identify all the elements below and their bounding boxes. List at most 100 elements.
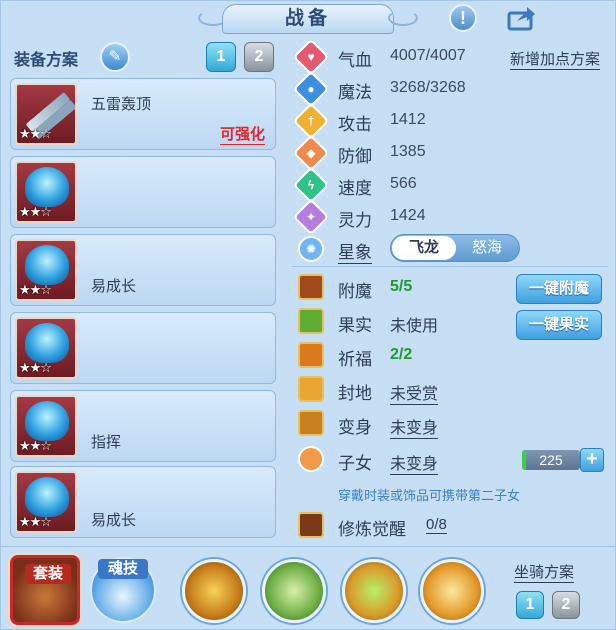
skill-orb-1[interactable] <box>182 559 246 623</box>
stat-value: 4007/4007 <box>390 47 466 64</box>
cultivate-value[interactable]: 0/8 <box>426 516 447 534</box>
stat-value: 1385 <box>390 143 426 160</box>
constellation-option-nuhai[interactable]: 怒海 <box>455 236 519 260</box>
enhance-label: 修炼觉醒 <box>338 520 406 539</box>
enhance-value[interactable]: 未变身 <box>390 450 439 475</box>
soul-skill-button[interactable]: 魂技 <box>90 557 156 623</box>
set-label: 套装 <box>25 564 71 584</box>
stat-label: 速度 <box>338 179 372 198</box>
defense-icon: ◆ <box>292 134 330 172</box>
equipment-slot-belt[interactable]: ★★☆ <box>10 312 276 384</box>
plus-icon: + <box>586 448 598 470</box>
share-icon <box>507 7 535 31</box>
plan-title: 装备方案 <box>14 52 79 69</box>
child-add-button[interactable]: + <box>580 448 604 472</box>
skill-orb-3[interactable] <box>342 559 406 623</box>
stat-label: 气血 <box>338 51 372 70</box>
fief-icon <box>298 376 324 402</box>
progress-fill <box>522 450 526 470</box>
helmet-icon: ★★☆ <box>15 161 77 223</box>
cultivate-icon <box>298 512 324 538</box>
stat-value: 3268/3268 <box>390 79 466 96</box>
equipment-slot-armor[interactable]: ★★☆ 指挥 <box>10 390 276 462</box>
stat-label: 灵力 <box>338 211 372 230</box>
stat-label: 魔法 <box>338 83 372 102</box>
plan-tab-1[interactable]: 1 <box>206 42 236 72</box>
equipment-slot-necklace[interactable]: ★★☆ 易成长 <box>10 234 276 306</box>
stat-value: 566 <box>390 175 417 192</box>
enhance-row-blessing: 祈福 2/2 <box>290 342 610 372</box>
constellation-option-feilong[interactable]: 飞龙 <box>392 236 456 260</box>
enhance-value: 未使用 <box>390 318 439 335</box>
equipment-slot-helmet[interactable]: ★★☆ <box>10 156 276 228</box>
weapon-icon: ★★☆ <box>15 83 77 145</box>
star-rating: ★★☆ <box>19 282 52 297</box>
one-click-enchant-button[interactable]: 一键附魔 <box>516 274 602 304</box>
enhance-label: 果实 <box>338 316 372 335</box>
enhance-row-cultivate: 修炼觉醒 0/8 <box>290 512 610 542</box>
info-icon: ! <box>449 4 477 32</box>
child-hint-text[interactable]: 穿戴时装或饰品可携带第二子女 <box>338 485 520 504</box>
skill-orb-2[interactable] <box>262 559 326 623</box>
transform-icon <box>298 410 324 436</box>
star-rating: ★★☆ <box>19 360 52 375</box>
equipment-set-button[interactable]: 套装 <box>10 555 80 625</box>
bottom-bar: 套装 魂技 坐骑方案 1 2 <box>0 546 616 630</box>
soul-skill-label: 魂技 <box>98 559 148 579</box>
constellation-icon: ✺ <box>292 230 330 268</box>
enhance-row-fief: 封地 未受赏 <box>290 376 610 406</box>
attack-icon: † <box>292 102 330 140</box>
stat-label: 攻击 <box>338 115 372 134</box>
equipment-name: 易成长 <box>91 278 137 295</box>
mount-plan-title[interactable]: 坐骑方案 <box>514 561 575 583</box>
equipment-name: 易成长 <box>91 512 137 529</box>
stat-row-defense: ◆ 防御 1385 <box>290 134 610 172</box>
one-click-fruit-button[interactable]: 一键果实 <box>516 310 602 340</box>
mount-tab-2[interactable]: 2 <box>552 591 580 619</box>
equipment-slot-boots[interactable]: ★★☆ 易成长 <box>10 466 276 538</box>
stat-row-hp: ♥ 气血 4007/4007 <box>290 38 610 76</box>
stat-value: 1412 <box>390 111 426 128</box>
enhance-value: 2/2 <box>390 346 413 363</box>
stat-row-spirit: ✦ 灵力 1424 <box>290 198 610 236</box>
fruit-icon <box>298 308 324 334</box>
enhance-value: 5/5 <box>390 278 413 295</box>
stat-row-attack: † 攻击 1412 <box>290 102 610 140</box>
stat-label: 防御 <box>338 147 372 166</box>
child-icon <box>298 446 324 472</box>
equipment-name: 五雷轰顶 <box>91 96 152 113</box>
enhance-label: 附魔 <box>338 282 372 301</box>
heart-icon: ♥ <box>292 38 330 76</box>
necklace-icon: ★★☆ <box>15 239 77 301</box>
info-button[interactable]: ! <box>446 2 480 34</box>
armor-icon: ★★☆ <box>15 395 77 457</box>
speed-icon: ϟ <box>292 166 330 204</box>
pen-icon: ✎ <box>108 48 122 65</box>
enhance-label: 子女 <box>338 454 372 473</box>
constellation-label[interactable]: 星象 <box>338 238 372 264</box>
plan-tab-2[interactable]: 2 <box>244 42 274 72</box>
spirit-icon: ✦ <box>292 198 330 236</box>
enhance-label: 祈福 <box>338 350 372 369</box>
mount-tab-1[interactable]: 1 <box>516 591 544 619</box>
star-rating: ★★☆ <box>19 126 52 141</box>
skill-orb-4[interactable] <box>420 559 484 623</box>
belt-icon: ★★☆ <box>15 317 77 379</box>
enhance-value[interactable]: 未变身 <box>390 414 439 439</box>
section-divider <box>292 266 608 267</box>
enhance-label: 封地 <box>338 384 372 403</box>
enhance-link[interactable]: 可强化 <box>219 123 265 145</box>
blessing-icon <box>298 342 324 368</box>
constellation-toggle[interactable]: 飞龙 怒海 <box>390 234 520 262</box>
equipment-slot-weapon[interactable]: ★★☆ 五雷轰顶 可强化 <box>10 78 276 150</box>
enchant-icon <box>298 274 324 300</box>
edit-plan-button[interactable]: ✎ <box>100 42 130 72</box>
share-button[interactable] <box>505 2 539 34</box>
mana-icon: ● <box>292 70 330 108</box>
stat-row-mp: ● 魔法 3268/3268 <box>290 70 610 108</box>
enhance-label: 变身 <box>338 418 372 437</box>
header-decoration-right <box>388 10 418 26</box>
window-title: 战备 <box>222 4 394 34</box>
star-rating: ★★☆ <box>19 204 52 219</box>
enhance-value[interactable]: 未受赏 <box>390 380 439 405</box>
